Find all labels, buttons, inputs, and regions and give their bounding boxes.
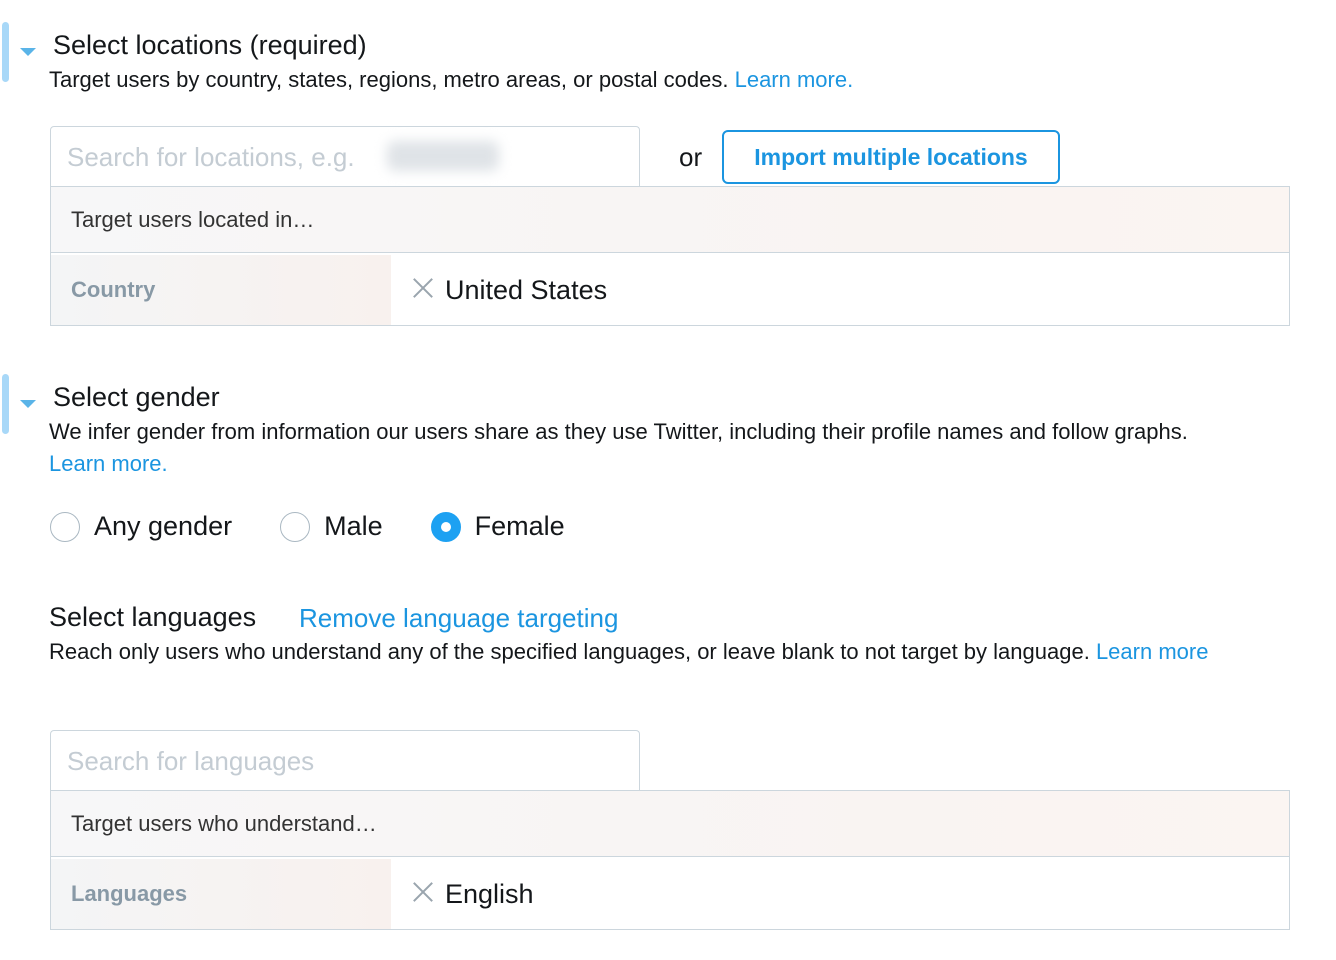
redacted-example <box>387 141 499 171</box>
radio-male[interactable]: Male <box>280 511 383 542</box>
radio-label: Any gender <box>94 511 233 541</box>
import-multiple-locations-button[interactable]: Import multiple locations <box>722 130 1060 184</box>
location-search-box[interactable] <box>50 126 640 188</box>
country-label: Country <box>51 255 391 325</box>
or-text: or <box>679 142 703 172</box>
gender-learn-more-link[interactable]: Learn more. <box>49 451 168 476</box>
selected-location-chip: United States <box>411 255 607 325</box>
gender-description: We infer gender from information our use… <box>49 416 1249 480</box>
radio-circle-checked[interactable] <box>430 511 461 542</box>
selected-language-text: English <box>445 878 534 909</box>
gender-radio-group: Any gender Male Female <box>50 511 613 542</box>
languages-learn-more-link[interactable]: Learn more <box>1096 639 1209 664</box>
gender-section-bar <box>2 374 9 434</box>
radio-circle[interactable] <box>50 511 80 542</box>
language-search-input[interactable] <box>51 731 639 792</box>
remove-language-targeting-link[interactable]: Remove language targeting <box>299 603 618 634</box>
radio-label: Female <box>474 511 565 541</box>
locations-title: Select locations (required) <box>53 30 367 60</box>
locations-learn-more-link[interactable]: Learn more. <box>735 67 854 92</box>
languages-description: Reach only users who understand any of t… <box>49 636 1289 668</box>
languages-title: Select languages <box>49 602 257 632</box>
selected-location-text: United States <box>445 274 608 305</box>
radio-any-gender[interactable]: Any gender <box>50 511 232 542</box>
locations-row: Country United States <box>51 255 1289 325</box>
selected-language-chip: English <box>411 859 534 929</box>
gender-description-text: We infer gender from information our use… <box>49 419 1188 444</box>
language-search-box[interactable] <box>50 730 640 792</box>
radio-circle[interactable] <box>280 511 311 542</box>
close-icon[interactable] <box>411 275 435 299</box>
close-icon[interactable] <box>411 879 435 903</box>
radio-female[interactable]: Female <box>430 511 565 542</box>
locations-panel-header: Target users located in… <box>51 187 1289 253</box>
gender-title: Select gender <box>53 382 220 412</box>
radio-label: Male <box>324 511 383 541</box>
languages-label: Languages <box>51 859 391 929</box>
locations-panel: Target users located in… Country United … <box>50 186 1290 326</box>
locations-description: Target users by country, states, regions… <box>49 64 1289 96</box>
location-search-input[interactable] <box>51 127 639 188</box>
locations-description-text: Target users by country, states, regions… <box>49 67 729 92</box>
caret-down-icon[interactable] <box>20 400 36 408</box>
languages-panel-header: Target users who understand… <box>51 791 1289 857</box>
locations-section-bar <box>2 22 9 82</box>
caret-down-icon[interactable] <box>20 48 36 56</box>
languages-row: Languages English <box>51 859 1289 929</box>
languages-panel: Target users who understand… Languages E… <box>50 790 1290 930</box>
languages-description-text: Reach only users who understand any of t… <box>49 639 1090 664</box>
